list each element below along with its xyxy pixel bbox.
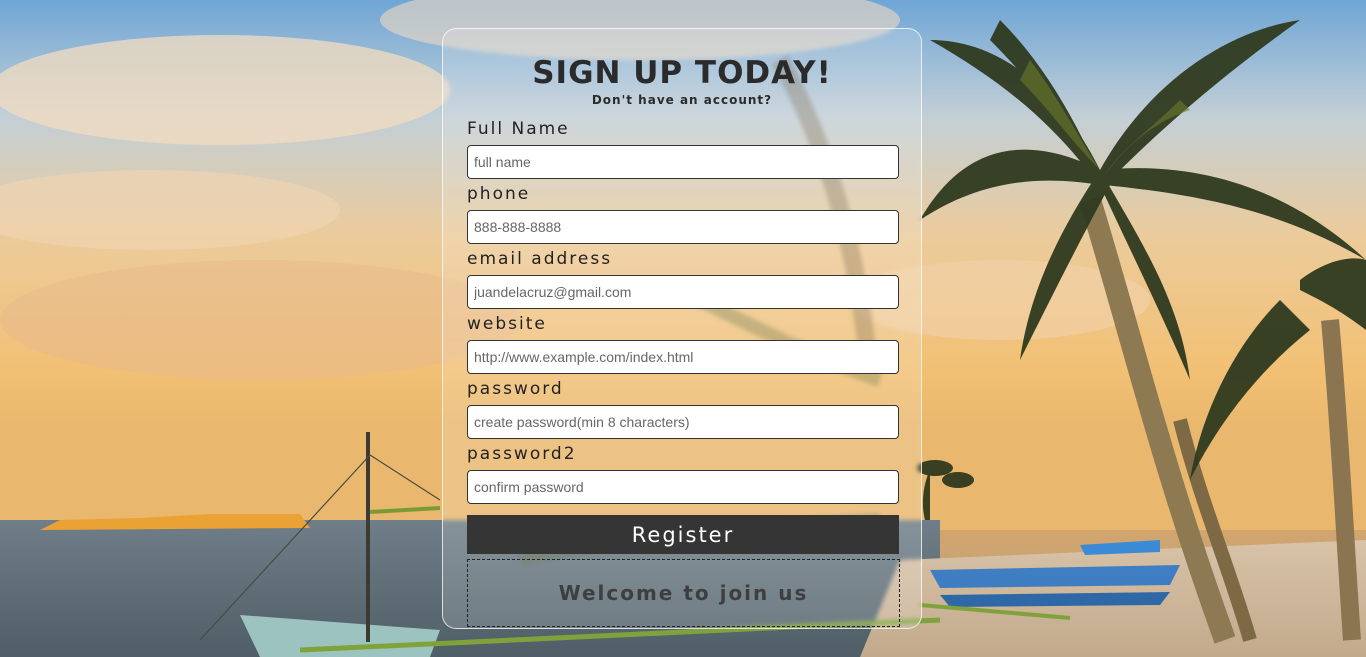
full-name-label: Full Name xyxy=(467,119,570,139)
phone-label: phone xyxy=(467,184,531,204)
password2-label: password2 xyxy=(467,444,577,464)
subtitle: Don't have an account? xyxy=(591,93,773,107)
phone-input[interactable] xyxy=(467,210,899,244)
password-input[interactable] xyxy=(467,405,899,439)
register-button[interactable]: Register xyxy=(467,515,899,554)
welcome-text: Welcome to join us xyxy=(558,581,809,605)
signup-card: SIGN UP TODAY! Don't have an account? Fu… xyxy=(442,28,922,629)
full-name-input[interactable] xyxy=(467,145,899,179)
confirm-password-input[interactable] xyxy=(467,470,899,504)
welcome-box: Welcome to join us xyxy=(467,559,900,627)
password-label: password xyxy=(467,379,564,399)
email-label: email address xyxy=(467,249,613,269)
website-label: website xyxy=(467,314,547,334)
website-input[interactable] xyxy=(467,340,899,374)
email-input[interactable] xyxy=(467,275,899,309)
page-title: SIGN UP TODAY! xyxy=(532,55,832,91)
